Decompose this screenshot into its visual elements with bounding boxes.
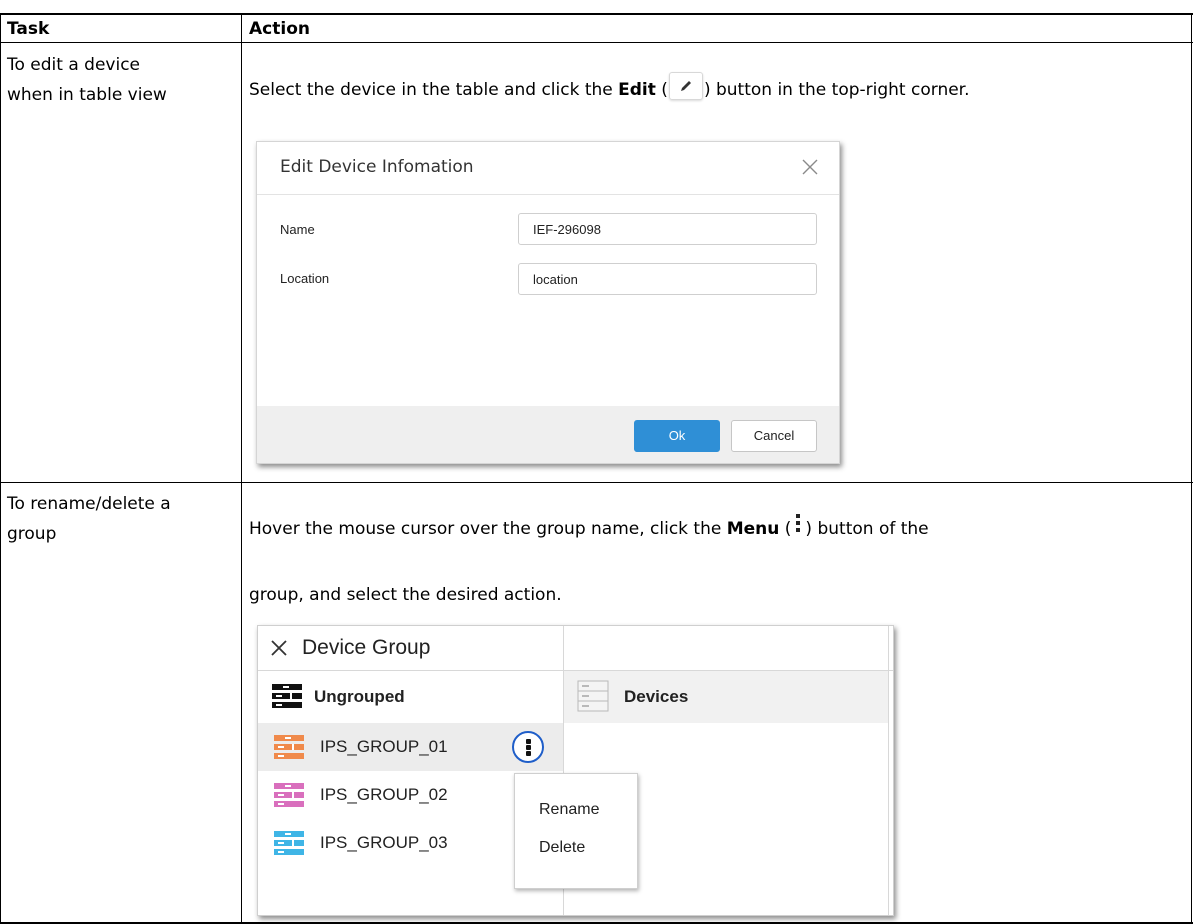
cancel-button[interactable]: Cancel bbox=[731, 420, 817, 452]
edit-keyword: Edit bbox=[618, 80, 656, 100]
group-name: IPS_GROUP_03 bbox=[320, 833, 448, 852]
table-left-border bbox=[0, 13, 1, 924]
task-text-line: To rename/delete a bbox=[7, 494, 171, 514]
ok-button[interactable]: Ok bbox=[634, 420, 720, 452]
menu-dot bbox=[526, 739, 531, 744]
column-divider bbox=[241, 13, 242, 924]
instruction-table: Task Action To edit a device when in tab… bbox=[0, 0, 1193, 924]
task-text-line: To edit a device bbox=[7, 55, 141, 75]
menu-dot bbox=[526, 745, 531, 750]
action-column-header: Action bbox=[249, 19, 310, 39]
dialog-title: Edit Device Infomation bbox=[280, 157, 474, 177]
pencil-icon bbox=[668, 72, 703, 100]
group-context-menu: Rename Delete bbox=[514, 773, 638, 889]
devices-icon bbox=[576, 679, 610, 718]
close-icon[interactable] bbox=[270, 639, 288, 657]
dialog-footer: Ok Cancel bbox=[257, 406, 839, 463]
action-instruction: Select the device in the table and click… bbox=[249, 72, 970, 105]
task-text-line: when in table view bbox=[7, 85, 167, 105]
header-separator bbox=[258, 670, 893, 671]
device-group-title: Device Group bbox=[302, 636, 431, 659]
vertical-dots-icon bbox=[791, 511, 805, 535]
group-icon bbox=[272, 781, 306, 816]
menu-keyword: Menu bbox=[726, 519, 780, 539]
table-right-border bbox=[1191, 13, 1192, 924]
ungrouped-label[interactable]: Ungrouped bbox=[314, 687, 405, 707]
table-top-border bbox=[0, 13, 1193, 15]
group-menu-button[interactable] bbox=[512, 731, 544, 763]
instruction-text: button of the bbox=[812, 519, 929, 539]
header-bottom-border bbox=[0, 42, 1193, 43]
dialog-header: Edit Device Infomation bbox=[257, 142, 839, 195]
server-rack-icon bbox=[270, 682, 304, 717]
instruction-text: Hover the mouse cursor over the group na… bbox=[249, 519, 727, 539]
device-group-panel: Device Group Ungrouped Devices IPS_GROUP… bbox=[257, 625, 894, 916]
task-column-header: Task bbox=[7, 19, 50, 39]
group-name: IPS_GROUP_01 bbox=[320, 737, 448, 756]
rename-menu-item[interactable]: Rename bbox=[539, 801, 599, 819]
action-instruction-line2: group, and select the desired action. bbox=[249, 585, 562, 605]
group-name: IPS_GROUP_02 bbox=[320, 785, 448, 804]
action-instruction: Hover the mouse cursor over the group na… bbox=[249, 514, 929, 544]
location-label: Location bbox=[280, 271, 330, 286]
group-icon bbox=[272, 829, 306, 864]
close-icon[interactable] bbox=[797, 154, 823, 180]
menu-dot bbox=[526, 751, 531, 756]
location-field[interactable]: location bbox=[518, 263, 817, 295]
delete-menu-item[interactable]: Delete bbox=[539, 839, 585, 857]
task-cell: To rename/delete a group bbox=[7, 489, 237, 549]
devices-header-bar bbox=[564, 671, 888, 723]
devices-label: Devices bbox=[624, 687, 689, 706]
group-icon bbox=[272, 733, 306, 768]
task-cell: To edit a device when in table view bbox=[7, 50, 237, 110]
name-field[interactable]: IEF-296098 bbox=[518, 213, 817, 245]
group-row[interactable]: IPS_GROUP_01 bbox=[258, 723, 563, 771]
task-text-line: group bbox=[7, 524, 57, 544]
row-divider bbox=[0, 482, 1193, 483]
instruction-text: button in the top-right corner. bbox=[710, 80, 970, 100]
instruction-text: Select the device in the table and click… bbox=[249, 80, 619, 100]
edit-device-dialog: Edit Device Infomation Name IEF-296098 L… bbox=[256, 141, 840, 464]
name-label: Name bbox=[280, 222, 315, 237]
